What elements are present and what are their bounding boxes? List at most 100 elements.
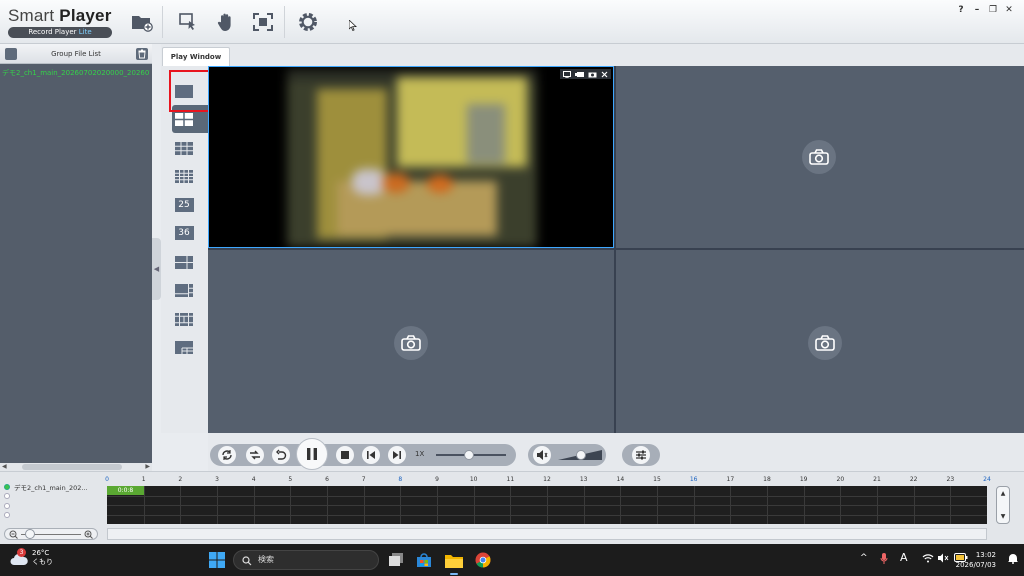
- channel-checkbox[interactable]: [4, 493, 10, 500]
- taskbar-clock[interactable]: 13:02 2026/07/03: [956, 550, 996, 570]
- select-all-checkbox[interactable]: [5, 48, 17, 60]
- weather-widget[interactable]: 3 26°C くもり: [10, 548, 53, 567]
- ime-indicator[interactable]: A: [900, 551, 908, 564]
- zoom-in-icon[interactable]: [84, 530, 93, 539]
- minimize-button[interactable]: –: [972, 5, 982, 15]
- record-icon[interactable]: [575, 71, 584, 78]
- show-hidden-icons-button[interactable]: ^: [860, 553, 868, 563]
- tab-play-window[interactable]: Play Window: [162, 47, 230, 66]
- timeline-channel-row[interactable]: デモ2_ch1_main_202...: [4, 482, 106, 492]
- store-icon: [417, 553, 431, 567]
- playback-controls: 1X: [208, 433, 1024, 471]
- video-pane-4[interactable]: [616, 250, 1024, 433]
- group-file-header: Group File List: [0, 44, 152, 64]
- hand-tool-button[interactable]: [214, 10, 238, 34]
- loop-button[interactable]: [246, 446, 264, 464]
- app-subtitle: Record Player Lite: [8, 27, 112, 38]
- file-list-scrollbar[interactable]: ◀ ▶: [0, 463, 152, 471]
- sync-play-button[interactable]: [218, 446, 236, 464]
- play-window-grid: [208, 66, 1024, 433]
- step-forward-icon: [393, 451, 401, 459]
- add-folder-button[interactable]: [130, 10, 154, 34]
- previous-frame-button[interactable]: [362, 446, 380, 464]
- hand-icon: [217, 13, 231, 31]
- chrome-button[interactable]: [473, 550, 493, 570]
- video-pane-3[interactable]: [208, 250, 614, 433]
- channel-checkbox[interactable]: [4, 483, 10, 490]
- task-view-button[interactable]: [386, 550, 406, 570]
- select-window-button[interactable]: [176, 10, 200, 34]
- timeline-channel-row[interactable]: [4, 511, 106, 521]
- volume-slider-knob[interactable]: [576, 450, 586, 460]
- file-list-item[interactable]: デモ2_ch1_main_20260702020000_202607: [2, 68, 150, 78]
- taskbar-search[interactable]: 検索: [233, 550, 379, 570]
- store-app-button[interactable]: [414, 550, 434, 570]
- timeline-hour-label: 16: [689, 476, 698, 483]
- restore-button[interactable]: ❐: [988, 5, 998, 15]
- rewind-button[interactable]: [272, 446, 290, 464]
- speed-slider-knob[interactable]: [464, 450, 474, 460]
- video-pane-2[interactable]: [616, 66, 1024, 248]
- camera-placeholder-icon: [394, 326, 428, 360]
- notification-icon[interactable]: [1008, 553, 1018, 564]
- fullscreen-button[interactable]: [251, 10, 275, 34]
- channel-checkbox[interactable]: [4, 512, 10, 519]
- timeline-hour-label: 0: [105, 476, 109, 483]
- toolbar-separator: [284, 6, 285, 38]
- settings-button[interactable]: [296, 10, 320, 34]
- start-button[interactable]: [207, 550, 227, 570]
- layout-6-button[interactable]: [173, 251, 195, 273]
- zoom-out-icon[interactable]: [9, 530, 18, 539]
- scroll-left-icon[interactable]: ◀: [2, 463, 7, 470]
- timeline-hour-label: 15: [653, 476, 661, 483]
- snapshot-icon[interactable]: [588, 71, 597, 78]
- timeline-hour-label: 23: [946, 476, 955, 483]
- scroll-down-icon[interactable]: ▼: [1001, 513, 1006, 520]
- timeline-hour-label: 4: [251, 476, 256, 483]
- stop-button[interactable]: [336, 446, 354, 464]
- scroll-up-icon[interactable]: ▲: [1001, 490, 1006, 497]
- speaker-muted-icon[interactable]: [938, 553, 950, 563]
- timeline-channel-row[interactable]: [4, 501, 106, 511]
- file-explorer-button[interactable]: [444, 550, 464, 575]
- timeline-hour-label: 10: [469, 476, 478, 483]
- delete-button[interactable]: [136, 48, 148, 60]
- monitor-icon[interactable]: [563, 70, 571, 78]
- timeline-horizontal-scroll[interactable]: [107, 528, 987, 540]
- timeline-vertical-scroll[interactable]: ▲ ▼: [996, 486, 1010, 524]
- layout-36-button[interactable]: 36: [173, 222, 195, 244]
- mute-button[interactable]: [533, 446, 551, 464]
- scrollbar-thumb[interactable]: [22, 464, 122, 470]
- collapse-panel-button[interactable]: ◀: [152, 238, 161, 300]
- system-tray: ^ A 13:02 2026/07/03: [824, 544, 1024, 576]
- layout-13-button[interactable]: [173, 308, 195, 330]
- close-pane-icon[interactable]: [601, 71, 608, 78]
- video-pane-1[interactable]: [208, 66, 614, 248]
- layout-25-icon: 25: [174, 198, 194, 212]
- layout-25-button[interactable]: 25: [173, 194, 195, 216]
- timeline-channel-row[interactable]: [4, 492, 106, 502]
- pause-button[interactable]: [296, 438, 328, 470]
- layout-custom-button[interactable]: [173, 336, 195, 358]
- next-frame-button[interactable]: [388, 446, 406, 464]
- timeline-ruler: 0 1 2 3 4 5 6 7 8 9 10 11 12 13 14 15 16 17 18 19 20 21 22 23 24: [105, 476, 991, 486]
- timeline-hour-label: 6: [325, 476, 329, 483]
- layout-16-button[interactable]: [173, 165, 195, 187]
- scroll-right-icon[interactable]: ▶: [145, 463, 150, 470]
- help-button[interactable]: ?: [956, 5, 966, 15]
- volume-pill: [528, 444, 606, 466]
- recording-segment[interactable]: 0:0:8: [107, 486, 144, 495]
- layout-8-icon: [175, 283, 193, 297]
- layout-8-button[interactable]: [173, 279, 195, 301]
- microphone-icon[interactable]: [880, 553, 888, 565]
- layout-9-button[interactable]: [173, 137, 195, 159]
- close-button[interactable]: ✕: [1004, 5, 1014, 15]
- timeline-tracks[interactable]: 0:0:8: [107, 486, 987, 524]
- channel-checkbox[interactable]: [4, 502, 10, 509]
- playback-pill: [210, 444, 516, 466]
- image-adjust-button[interactable]: [632, 446, 650, 464]
- wifi-icon[interactable]: [922, 553, 934, 563]
- zoom-slider-knob[interactable]: [25, 529, 35, 539]
- search-icon: [242, 556, 252, 566]
- timeline-hour-label: 2: [178, 476, 183, 483]
